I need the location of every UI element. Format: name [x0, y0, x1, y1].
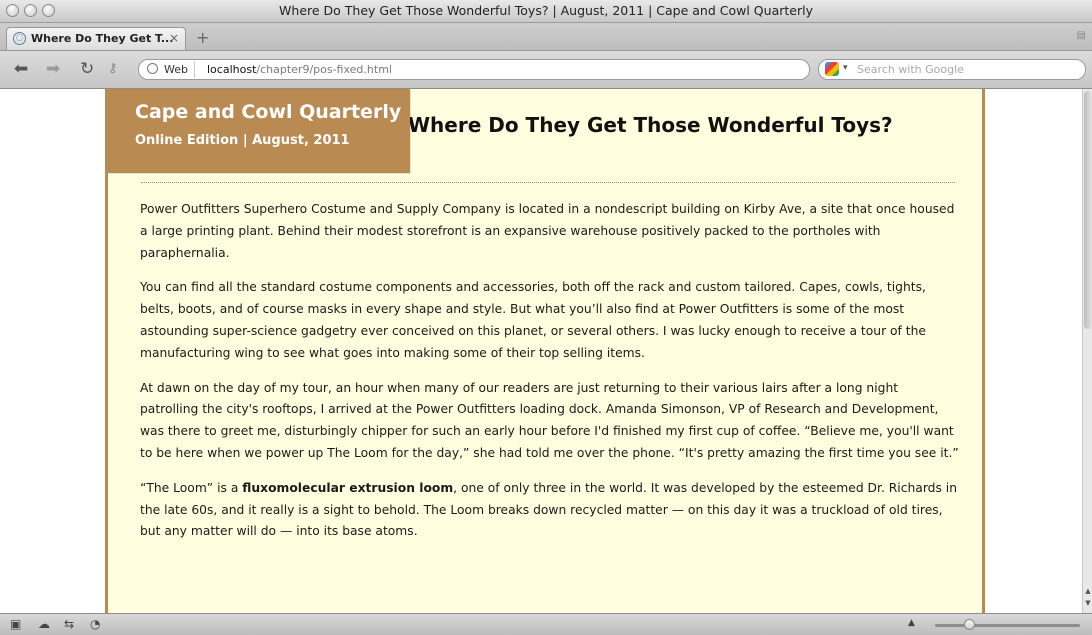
status-bar: ▣ ☁ ⇆ ◔ ▲ — [0, 613, 1092, 635]
article-body: Power Outfitters Superhero Costume and S… — [140, 199, 960, 556]
site-identity-button[interactable]: Web — [143, 61, 195, 78]
scrollbar-thumb[interactable] — [1084, 91, 1092, 329]
zoom-slider-track[interactable] — [935, 624, 1080, 627]
url-text[interactable]: localhost/chapter9/pos-fixed.html — [207, 63, 392, 76]
tab-article[interactable]: ◌ Where Do They Get T... × — [6, 27, 186, 50]
article-paragraph: At dawn on the day of my tour, an hour w… — [140, 380, 959, 460]
globe-icon — [147, 63, 158, 74]
window-titlebar: Where Do They Get Those Wonderful Toys? … — [0, 0, 1092, 23]
tab-label: Where Do They Get T... — [31, 32, 174, 45]
url-host: localhost — [207, 63, 257, 76]
key-icon[interactable]: ⚷ — [108, 59, 118, 79]
article-title: Where Do They Get Those Wonderful Toys? — [408, 113, 893, 137]
masthead-title: Cape and Cowl Quarterly — [135, 101, 402, 123]
address-bar[interactable]: Web localhost/chapter9/pos-fixed.html — [138, 59, 810, 80]
new-tab-button[interactable]: + — [196, 28, 209, 47]
masthead-subtitle: Online Edition | August, 2011 — [135, 133, 350, 148]
paragraph-text: “The Loom” is a — [140, 480, 243, 495]
zoom-out-icon[interactable]: ▲ — [908, 618, 915, 628]
back-button[interactable]: ⬅ — [14, 59, 28, 79]
zoom-slider-knob[interactable] — [964, 619, 975, 630]
tab-bar: ◌ Where Do They Get T... × + ▤ — [0, 23, 1092, 51]
scroll-down-arrow-icon[interactable]: ▼ — [1083, 599, 1092, 607]
window-title: Where Do They Get Those Wonderful Toys? … — [279, 3, 813, 18]
search-bar[interactable]: ▾ Search with Google — [818, 59, 1086, 80]
globe-icon: ◌ — [13, 32, 26, 45]
rss-icon[interactable]: ▤ — [1077, 30, 1086, 41]
article-paragraph: You can find all the standard costume co… — [140, 280, 926, 360]
fixed-masthead: Cape and Cowl Quarterly Online Edition |… — [108, 89, 410, 173]
web-content-viewport: Where Do They Get Those Wonderful Toys? … — [0, 89, 1082, 613]
navigation-toolbar: ⬅ ➡ ↻ ⚷ Web localhost/chapter9/pos-fixed… — [0, 51, 1092, 89]
reload-button[interactable]: ↻ — [80, 59, 94, 79]
site-identity-label: Web — [164, 63, 188, 76]
dotted-divider — [141, 182, 955, 183]
forward-button[interactable]: ➡ — [46, 59, 60, 79]
speedometer-icon[interactable]: ◔ — [90, 617, 100, 631]
tab-close-button[interactable]: × — [169, 31, 179, 45]
article-paragraph: “The Loom” is a fluxomolecular extrusion… — [140, 478, 960, 543]
url-path: /chapter9/pos-fixed.html — [256, 63, 392, 76]
vertical-scrollbar[interactable]: ▲ ▼ — [1082, 89, 1092, 613]
google-icon[interactable] — [825, 62, 839, 76]
chevron-down-icon[interactable]: ▾ — [843, 63, 848, 73]
search-input[interactable]: Search with Google — [857, 63, 964, 76]
cloud-icon[interactable]: ☁ — [38, 617, 50, 631]
sidebar-toggle-icon[interactable]: ▣ — [10, 617, 21, 631]
share-icon[interactable]: ⇆ — [64, 617, 74, 631]
bold-term: fluxomolecular extrusion loom — [242, 480, 454, 495]
scroll-up-arrow-icon[interactable]: ▲ — [1083, 587, 1092, 595]
article-paragraph: Power Outfitters Superhero Costume and S… — [140, 202, 955, 260]
